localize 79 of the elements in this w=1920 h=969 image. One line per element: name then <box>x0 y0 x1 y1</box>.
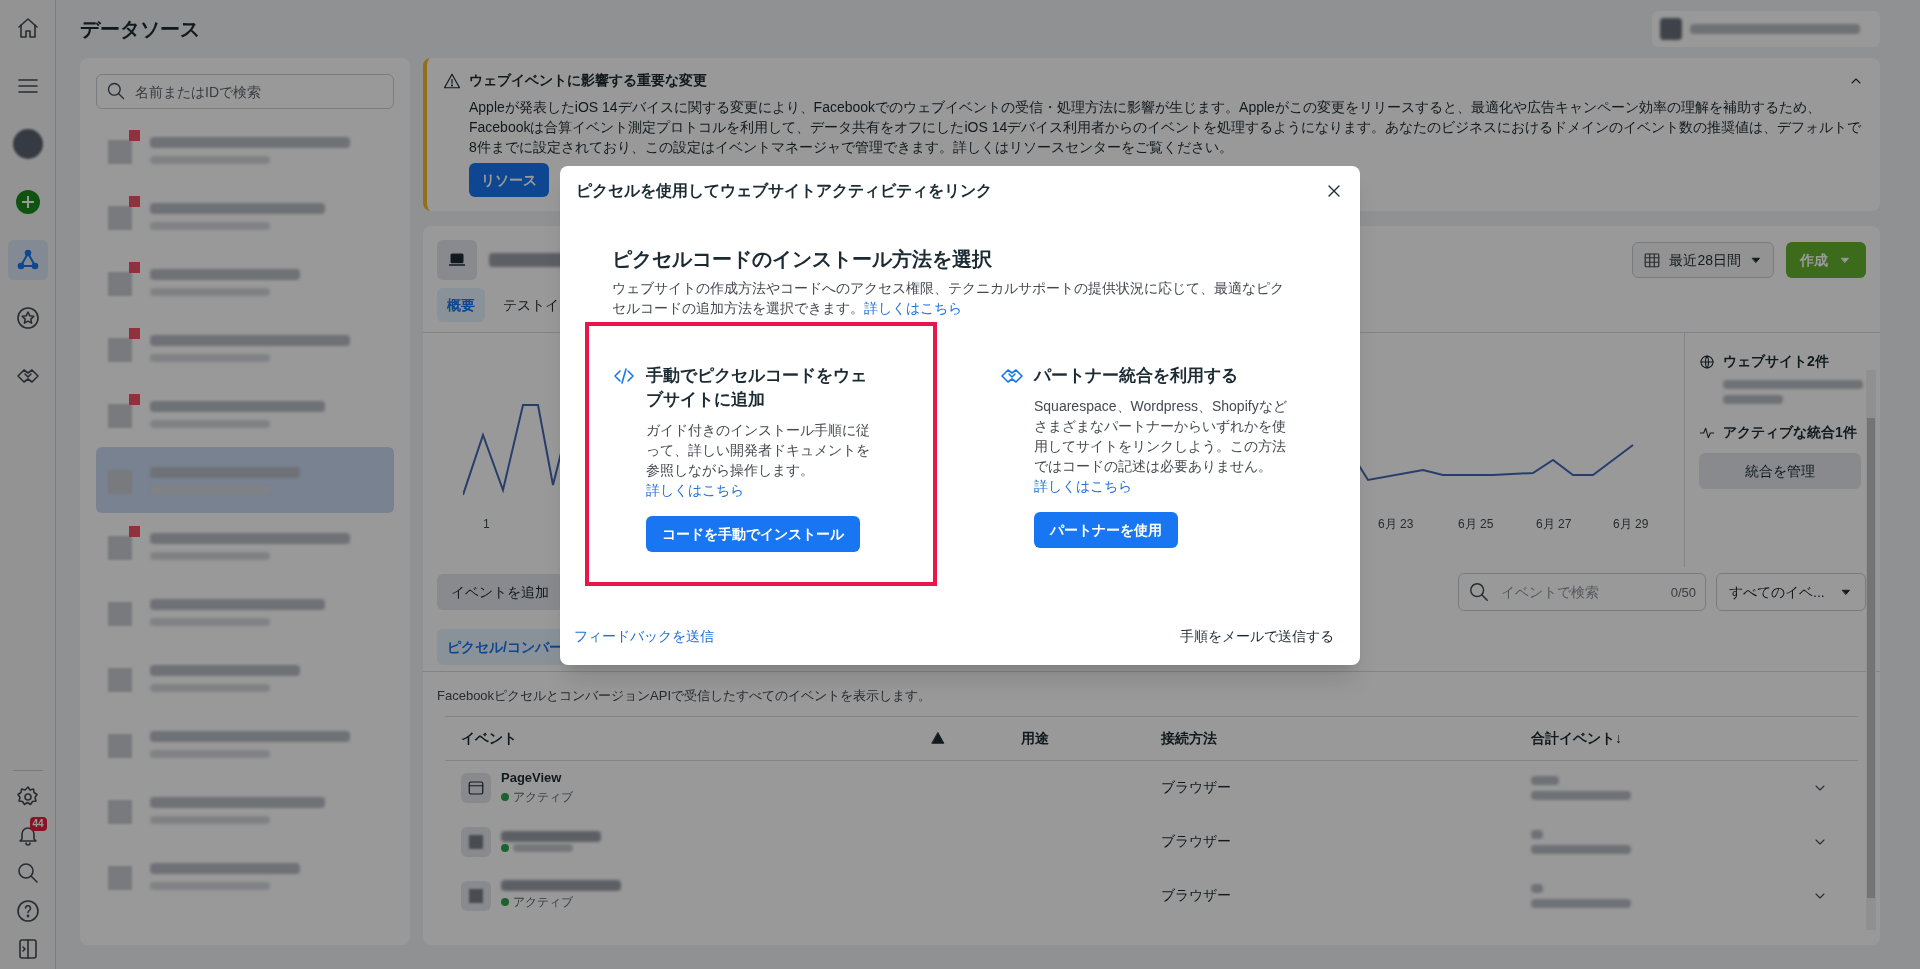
learn-more-link[interactable]: 詳しくはこちら <box>1034 478 1132 494</box>
section-heading: ピクセルコードのインストール方法を選択 <box>612 247 993 272</box>
search-field[interactable]: 名前またはIDで検索 <box>96 74 394 109</box>
table-cell-text: ブラウザー <box>1161 778 1232 797</box>
warning-icon <box>931 731 945 745</box>
search-icon <box>106 81 126 101</box>
help-icon[interactable] <box>15 899 40 923</box>
section-description: ウェブサイトの作成方法やコードへのアクセス権限、テクニカルサポートの提供状況に応じて、最適なピクセルコードの追加方法を選択できます。詳しくはこちら <box>612 279 1285 318</box>
blurred-icon <box>469 888 483 903</box>
blurred-icon <box>108 668 132 692</box>
blurred-text <box>1660 18 1682 40</box>
blurred-icon <box>108 800 132 824</box>
banner-text: Appleが発表したiOS 14デバイスに関する変更により、Facebookでのウェブイベントの受信・処理方法に影響が生じます。Appleがこの変更をリリースすると、最適化や広告キャンペーン効率の理解を補助するため、Facebookは合算イベント測定プロトコルを利用して、データ共有をオフにしたiOS 14デバイス利用者からのイベントを処理するようになります。あなたのビジネスにおけるドメインのイベント数の推奨値は、デフォルトで8件までに設定されており、この設定はイベントマネージャで管理できます。詳しくはリソースセンターをご覧ください。 <box>468 98 1863 157</box>
home-icon[interactable] <box>15 16 40 40</box>
notification-badge: 44 <box>29 817 47 831</box>
table-cell-text: ブラウザー <box>1161 832 1232 851</box>
status-text: アクティブ <box>513 788 573 806</box>
website-count: ウェブサイト2件 <box>1723 352 1829 371</box>
option-description: ガイド付きのインストール手順に従って、詳しい開発者ドキュメントを参照しながら操作します。 詳しくはこちら <box>646 421 871 500</box>
option-title: パートナー統合を利用する <box>1034 365 1238 387</box>
axis-label: 6月 25 <box>1458 516 1494 533</box>
network-icon[interactable] <box>15 248 40 272</box>
nav-button[interactable] <box>7 240 48 280</box>
blurred-text <box>513 844 573 852</box>
manage-integrations-button[interactable]: 統合を管理 <box>1699 453 1861 489</box>
blurred-icon <box>108 404 132 428</box>
install-option-button[interactable]: パートナーを使用 <box>1034 512 1178 548</box>
axis-label: 6月 23 <box>1378 516 1414 533</box>
learn-more-link[interactable]: 詳しくはこちら <box>864 300 962 316</box>
resource-button[interactable]: リソース <box>469 163 549 197</box>
search-icon <box>1468 581 1490 603</box>
column-header: 接続方法 <box>1161 728 1218 748</box>
option-description: Squarespace、Wordpress、Shopifyなどさまざまなパートナーからいずれかを使用してサイトをリンクしよう。この方法ではコードの記述は必要ありません。 詳しくはこちら <box>1034 397 1288 496</box>
axis-label: 6月 27 <box>1536 516 1572 533</box>
account-selector[interactable] <box>1652 11 1880 47</box>
globe-icon <box>1699 353 1715 370</box>
integration-count: アクティブな統合1件 <box>1723 423 1857 442</box>
character-counter: 0/50 <box>1670 584 1696 602</box>
date-range-dropdown[interactable]: 最近28日間 <box>1632 242 1774 278</box>
dialog-title: ピクセルを使用してウェブサイトアクティビティをリンク <box>576 181 992 201</box>
event-filter-dropdown[interactable]: すべてのイベ... <box>1716 573 1866 611</box>
option-title: 手動でピクセルコードをウェブサイトに追加 <box>646 365 868 411</box>
blurred-icon <box>108 536 132 560</box>
blurred-text <box>1531 775 1559 785</box>
blurred-icon <box>108 866 132 890</box>
add-event-button[interactable]: イベントを追加 <box>437 574 563 610</box>
blurred-text <box>1531 829 1543 839</box>
add-icon[interactable] <box>15 190 40 214</box>
feedback-link[interactable]: フィードバックを送信 <box>574 626 714 647</box>
blurred-icon <box>108 734 132 758</box>
event-name: PageView <box>501 769 563 786</box>
blurred-icon <box>108 338 132 362</box>
browser-window-icon <box>467 778 485 797</box>
status-text: アクティブ <box>513 894 573 911</box>
install-option-button[interactable]: コードを手動でインストール <box>646 516 860 552</box>
blurred-icon <box>108 602 132 626</box>
blurred-icon <box>108 272 132 296</box>
tab[interactable]: テストイ <box>493 288 569 322</box>
warning-icon <box>443 71 461 90</box>
column-header: 用途 <box>1021 728 1050 748</box>
blurred-text <box>1531 883 1543 893</box>
blurred-icon <box>108 140 132 164</box>
banner-title: ウェブイベントに影響する重要な変更 <box>469 71 707 90</box>
column-header: 合計イベント↓ <box>1531 728 1623 748</box>
tab[interactable]: 概要 <box>437 288 485 322</box>
axis-label: 1 <box>483 516 490 533</box>
description-text: FacebookピクセルとコンバージョンAPIで受信したすべてのイベントを表示します。 <box>436 687 933 705</box>
blurred-icon <box>108 206 132 230</box>
axis-label: 6月 29 <box>1613 516 1649 533</box>
table-cell-text: ブラウザー <box>1161 886 1232 905</box>
email-instructions-link[interactable]: 手順をメールで送信する <box>1180 626 1346 647</box>
learn-more-link[interactable]: 詳しくはこちら <box>646 482 744 498</box>
scrollbar-thumb[interactable] <box>1867 418 1875 898</box>
page-title: データソース <box>80 17 200 42</box>
calendar-icon <box>1643 251 1662 269</box>
search-icon[interactable] <box>15 861 40 885</box>
column-header: イベント <box>461 728 518 748</box>
blurred-text <box>1723 395 1783 404</box>
blurred-icon <box>469 834 483 849</box>
